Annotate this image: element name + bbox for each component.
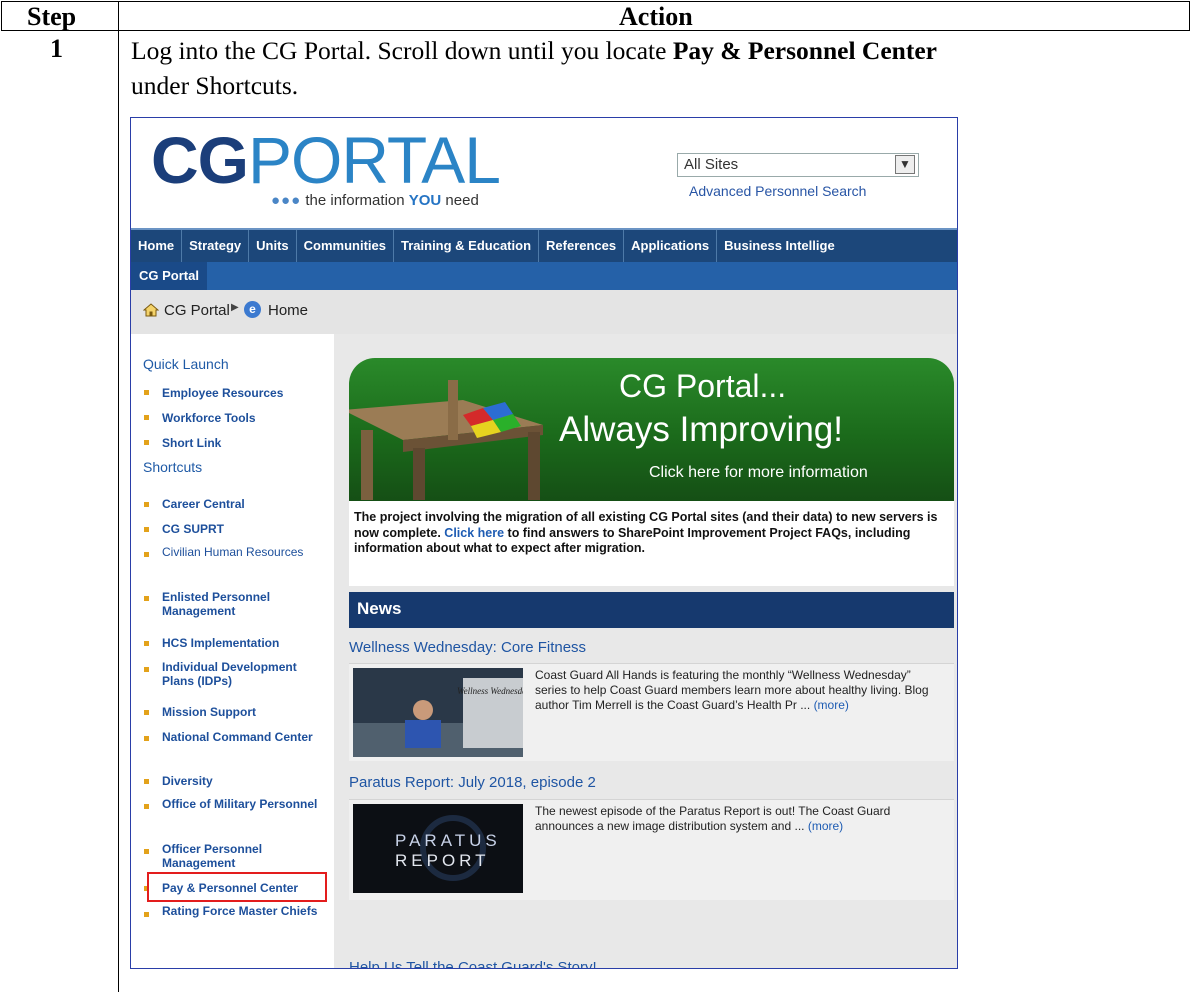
breadcrumb: CG Portal ▶ e Home [131,290,957,334]
paratus-thumbnail: PARATUS REPORT [353,804,523,893]
sub-navigation: CG Portal [131,262,957,290]
advanced-search-link[interactable]: Advanced Personnel Search [689,183,866,199]
sidebar-item-employee-resources[interactable]: Employee Resources [162,386,322,400]
nav-training-education[interactable]: Training & Education [394,230,540,262]
sidebar-item-mission-support[interactable]: Mission Support [162,705,322,719]
svg-text:REPORT: REPORT [395,851,490,870]
sidebar-item-idps[interactable]: Individual Development Plans (IDPs) [162,660,322,688]
table-right-border [1189,1,1190,30]
more-link[interactable]: (more) [814,698,849,712]
step-number: 1 [50,34,63,63]
header-step: Step [27,2,77,31]
click-here-link[interactable]: Click here [444,526,504,540]
page-icon: e [244,301,261,318]
breadcrumb-arrow-icon: ▶ [231,302,239,313]
news-header: News [349,592,954,628]
sidebar-item-rating-force-master-chiefs[interactable]: Rating Force Master Chiefs [162,904,322,918]
nav-business-intelligence[interactable]: Business Intellige [717,230,842,262]
breadcrumb-home[interactable]: Home [268,302,308,319]
wellness-thumbnail: Wellness Wednesday [353,668,523,757]
sidebar-item-hcs-implementation[interactable]: HCS Implementation [162,636,322,650]
quick-launch-heading: Quick Launch [143,356,229,372]
sidebar-item-enlisted-personnel[interactable]: Enlisted Personnel Management [162,590,322,618]
sidebar-item-diversity[interactable]: Diversity [162,774,322,788]
announcement-banner[interactable]: CG Portal... Always Improving! Click her… [349,358,954,501]
highlight-box [147,872,327,902]
svg-text:Wellness Wednesday: Wellness Wednesday [457,686,523,696]
more-link[interactable]: (more) [808,819,843,833]
sidebar-item-short-link[interactable]: Short Link [162,436,322,450]
sidebar-item-cg-suprt[interactable]: CG SUPRT [162,522,322,536]
chevron-down-icon[interactable]: ▼ [895,155,915,174]
banner-title: CG Portal... [619,368,787,404]
main-content: CG Portal... Always Improving! Click her… [334,334,957,968]
table-header-divider [1,30,1190,31]
workbench-puzzle-icon [349,380,543,500]
table-column-divider [118,1,119,992]
news-item-paratus: PARATUS REPORT The newest episode of the… [349,799,954,900]
cg-portal-logo: CGPORTAL [151,123,501,197]
news-title-help-us[interactable]: Help Us Tell the Coast Guard's Story! [349,959,597,968]
nav-units[interactable]: Units [249,230,297,262]
nav-applications[interactable]: Applications [624,230,718,262]
news-item-wellness: Wellness Wednesday Coast Guard All Hands… [349,663,954,761]
instruction-emphasis: Pay & Personnel Center [672,36,937,65]
nav-home[interactable]: Home [131,230,183,262]
top-navigation: Home Strategy Units Communities Training… [131,228,957,262]
logo-tagline: ●●● the information YOU need [271,192,479,209]
site-scope-select[interactable]: All Sites ▼ [677,153,919,177]
sidebar-item-workforce-tools[interactable]: Workforce Tools [162,411,322,425]
nav-references[interactable]: References [539,230,625,262]
portal-screenshot: CGPORTAL ●●● the information YOU need Al… [130,117,958,969]
table-left-border [1,1,2,30]
nav-strategy[interactable]: Strategy [182,230,250,262]
sidebar-item-national-command-center[interactable]: National Command Center [162,730,322,744]
svg-text:PARATUS: PARATUS [395,831,501,850]
shortcuts-heading: Shortcuts [143,459,203,475]
tab-cg-portal[interactable]: CG Portal [131,262,207,290]
sidebar-item-career-central[interactable]: Career Central [162,497,322,511]
news-summary-wellness: Coast Guard All Hands is featuring the m… [535,668,929,712]
table-top-border [1,1,1190,2]
header-action: Action [619,2,693,31]
banner-link[interactable]: Click here for more information [649,464,868,482]
nav-communities[interactable]: Communities [297,230,394,262]
sidebar-item-office-military-personnel[interactable]: Office of Military Personnel [162,797,322,811]
news-title-paratus[interactable]: Paratus Report: July 2018, episode 2 [349,774,596,791]
breadcrumb-cg-portal[interactable]: CG Portal [164,302,230,319]
news-summary-paratus: The newest episode of the Paratus Report… [535,804,891,833]
news-title-wellness[interactable]: Wellness Wednesday: Core Fitness [349,639,586,656]
sidebar-item-civilian-hr[interactable]: Civilian Human Resources [162,545,322,559]
step-instruction: Log into the CG Portal. Scroll down unti… [131,36,937,100]
banner-subtitle: Always Improving! [559,410,843,449]
sidebar-item-officer-personnel[interactable]: Officer Personnel Management [162,842,322,870]
migration-announcement: The project involving the migration of a… [349,501,954,586]
home-icon [143,303,159,317]
